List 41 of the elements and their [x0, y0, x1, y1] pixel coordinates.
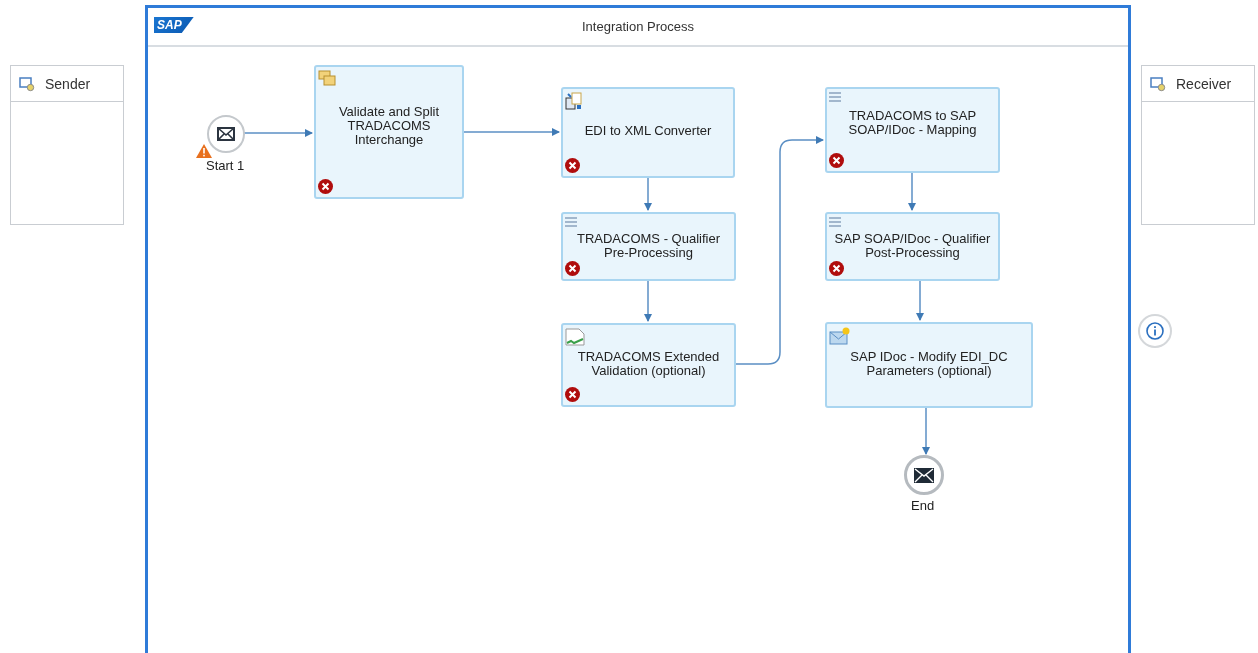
connector-arrow — [916, 280, 924, 321]
process-title: Integration Process — [582, 19, 694, 34]
process-step[interactable]: Validate and Split TRADACOMS Interchange — [314, 65, 464, 199]
connector-arrow — [644, 280, 652, 322]
list-lines-icon — [829, 217, 841, 227]
event-label: End — [911, 498, 935, 513]
step-label: TRADACOMS Extended Validation (optional) — [576, 350, 721, 378]
event-label: Start 1 — [206, 158, 245, 173]
process-step[interactable]: SAP SOAP/IDoc - Qualifier Post-Processing — [825, 212, 1000, 281]
process-step[interactable]: TRADACOMS - Qualifier Pre-Processing — [561, 212, 736, 281]
list-lines-icon — [565, 217, 577, 227]
process-step[interactable]: TRADACOMS to SAP SOAP/IDoc - Mapping — [825, 87, 1000, 173]
process-step[interactable]: EDI to XML Converter — [561, 87, 735, 178]
participant-label: Receiver — [1176, 75, 1232, 92]
connector-arrow — [922, 407, 930, 455]
system-icon — [1150, 75, 1166, 92]
connector-arrow — [908, 172, 916, 211]
step-label: Validate and Split TRADACOMS Interchange — [337, 105, 441, 147]
participant-box[interactable]: Sender — [10, 65, 124, 225]
participant-box[interactable]: Receiver — [1141, 65, 1255, 225]
info-button[interactable] — [1138, 314, 1172, 348]
step-label: TRADACOMS - Qualifier Pre-Processing — [576, 232, 721, 260]
system-icon — [19, 75, 35, 92]
converter-icon — [565, 92, 583, 110]
stacked-folders-icon — [318, 70, 336, 86]
participant-label: Sender — [45, 75, 91, 92]
step-label: EDI to XML Converter — [583, 124, 713, 138]
process-step[interactable]: TRADACOMS Extended Validation (optional) — [561, 323, 736, 407]
connector-arrow — [242, 129, 313, 137]
sap-logo: SAP — [154, 17, 194, 33]
info-icon — [1146, 322, 1164, 340]
step-label: TRADACOMS to SAP SOAP/IDoc - Mapping — [847, 109, 978, 137]
step-label: SAP SOAP/IDoc - Qualifier Post-Processing — [833, 232, 992, 260]
envelope-icon — [217, 127, 235, 141]
connector-arrow — [644, 177, 652, 211]
process-step[interactable]: SAP IDoc - Modify EDI_DC Parameters (optional) — [825, 322, 1033, 408]
document-check-icon — [565, 328, 585, 346]
step-label: SAP IDoc - Modify EDI_DC Parameters (optional) — [849, 350, 1009, 378]
list-lines-icon — [829, 92, 841, 102]
envelope-sun-icon — [829, 327, 851, 345]
envelope-icon — [914, 467, 934, 483]
